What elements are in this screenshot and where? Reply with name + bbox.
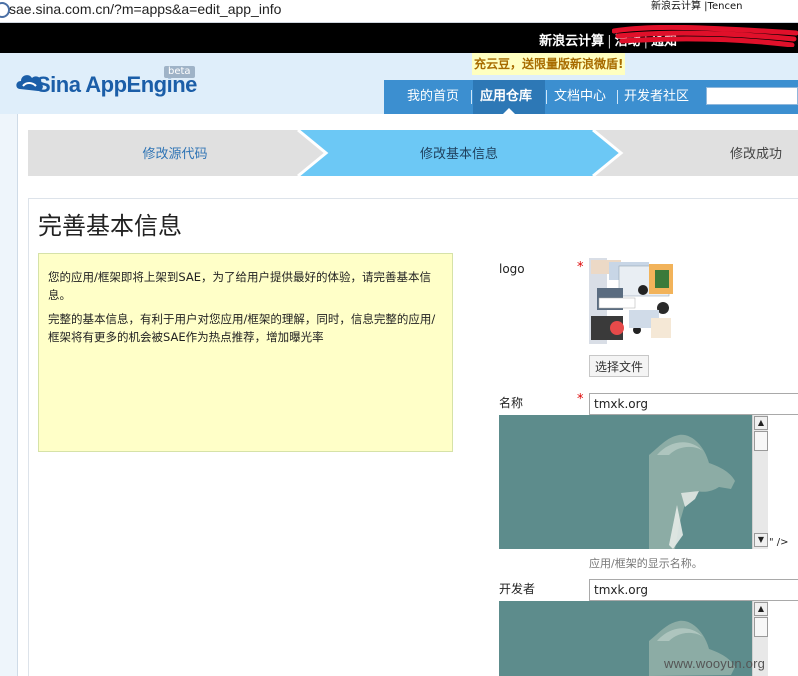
scroll-thumb[interactable] — [754, 617, 768, 637]
notice-paragraph-1: 您的应用/框架即将上架到SAE，为了给用户提供最好的体验，请完善基本信息。 — [48, 270, 432, 302]
progress-steps: 修改源代码 修改基本信息 修改成功 — [28, 130, 798, 176]
scrollbar[interactable]: ▲ ▼ — [752, 415, 768, 549]
injected-image-block: ▲ ▼ — [499, 415, 768, 549]
step-3-label: 修改成功 — [730, 147, 782, 162]
nav-item-community[interactable]: 开发者社区 — [624, 80, 689, 114]
scroll-up-icon[interactable]: ▲ — [754, 416, 768, 430]
logo-preview-image[interactable] — [589, 258, 676, 344]
nav-divider — [546, 90, 547, 104]
promo-banner[interactable]: 充云豆，送限量版新浪微盾! — [472, 53, 626, 75]
page-title: 完善基本信息 — [38, 212, 182, 240]
name-label: 名称 — [499, 396, 524, 410]
page-gutter — [0, 114, 17, 676]
red-redaction-scribble — [612, 25, 798, 47]
stray-markup-text: " /> — [769, 537, 789, 548]
logo-label: logo — [499, 262, 525, 276]
nav-divider — [617, 90, 618, 104]
name-hint-text: 应用/框架的显示名称。 — [589, 557, 703, 570]
scroll-up-icon[interactable]: ▲ — [754, 602, 768, 616]
logo-main-text: Sina — [36, 72, 81, 97]
address-url[interactable]: sae.sina.com.cn/?m=apps&a=edit_app_info — [9, 0, 281, 18]
required-mark: * — [577, 260, 584, 275]
nav-divider — [471, 90, 472, 104]
top-divider: | — [607, 34, 612, 49]
beta-badge: beta — [164, 66, 195, 78]
choose-file-button[interactable]: 选择文件 — [589, 355, 649, 377]
scroll-thumb[interactable] — [754, 431, 768, 451]
watermark-text: www.wooyun.org — [664, 656, 766, 671]
top-link-sina-cloud[interactable]: 新浪云计算 — [536, 34, 607, 49]
horse-figure-image — [649, 434, 735, 549]
name-input[interactable]: tmxk.org — [589, 393, 798, 415]
nav-item-home[interactable]: 我的首页 — [407, 80, 459, 114]
step-2-label: 修改基本信息 — [420, 146, 498, 162]
scroll-down-icon[interactable]: ▼ — [754, 533, 768, 547]
step-1-label[interactable]: 修改源代码 — [142, 147, 207, 162]
nav-search-input[interactable] — [706, 87, 798, 105]
nav-item-docs[interactable]: 文档中心 — [554, 80, 606, 114]
notice-paragraph-2: 完整的基本信息，有利于用户对您应用/框架的理解，同时，信息完整的应用/框架将有更… — [48, 312, 436, 344]
user-info-fragment: 新浪云计算 |Tencen — [645, 0, 798, 14]
developer-input[interactable]: tmxk.org — [589, 579, 798, 601]
info-notice-box: 您的应用/框架即将上架到SAE，为了给用户提供最好的体验，请完善基本信息。 完整… — [38, 253, 453, 452]
required-mark: * — [577, 392, 584, 407]
developer-label: 开发者 — [499, 582, 536, 596]
